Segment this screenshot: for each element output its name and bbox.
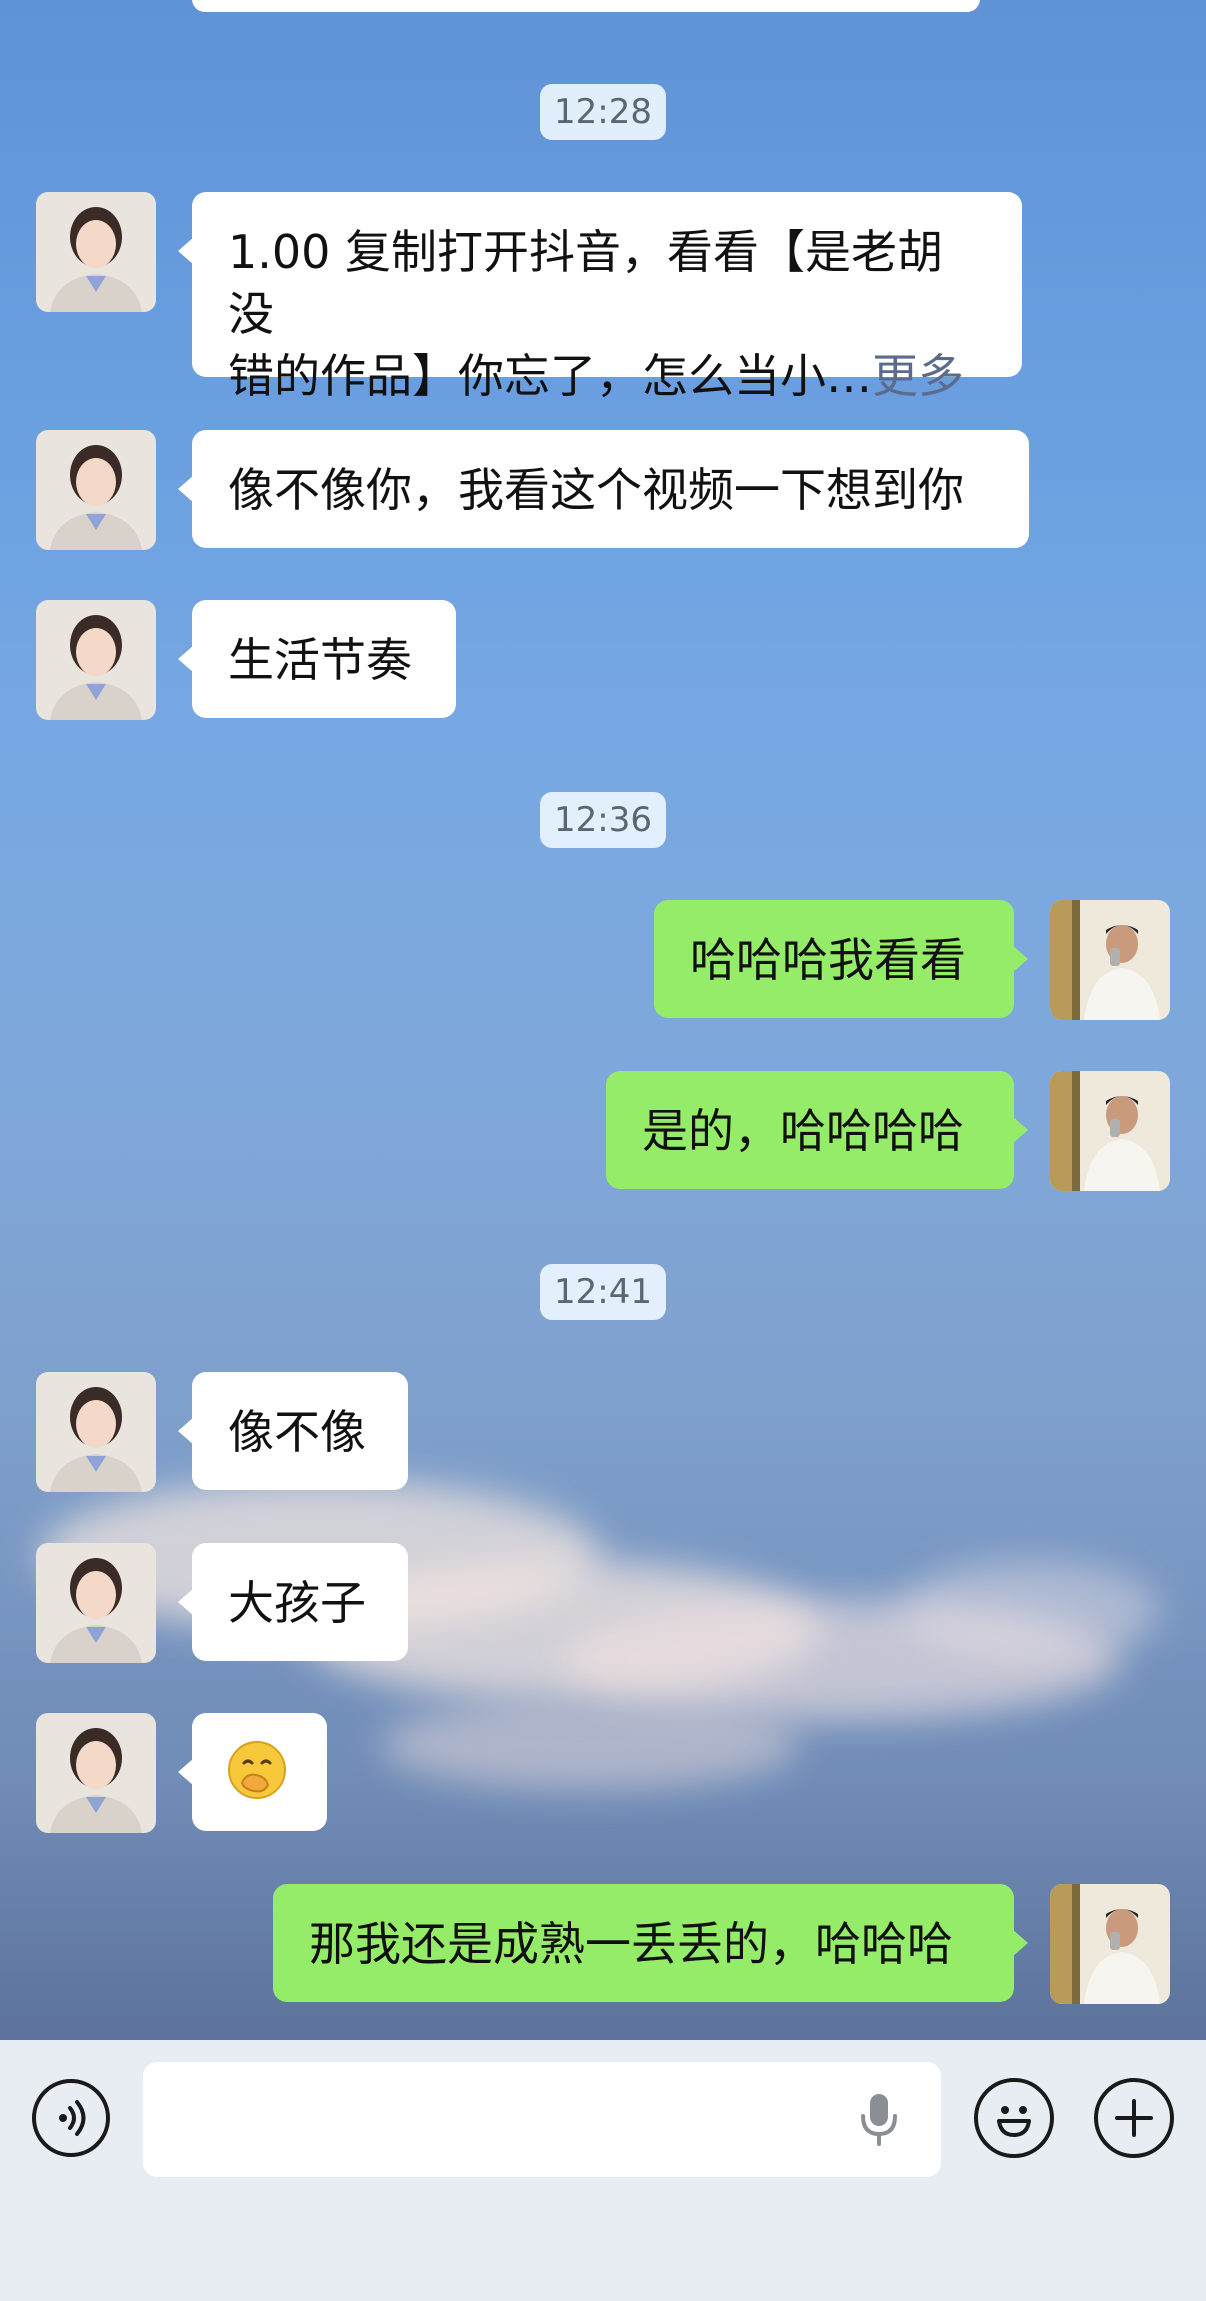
timestamp: 12:36 [540, 792, 666, 848]
microphone-icon[interactable] [859, 2092, 899, 2148]
outgoing-message-bubble[interactable]: 哈哈哈我看看 [654, 900, 1028, 1018]
incoming-message-bubble[interactable] [178, 1713, 327, 1831]
message-input[interactable] [143, 2062, 941, 2177]
contact-avatar[interactable] [36, 192, 156, 312]
message-text-line2: 错的作品】你忘了，怎么当小… [228, 349, 872, 403]
incoming-message-bubble[interactable]: 像不像 [178, 1372, 408, 1490]
input-bar [0, 2040, 1206, 2301]
voice-mode-button[interactable] [32, 2079, 110, 2157]
incoming-message-bubble[interactable]: 像不像你，我看这个视频一下想到你 [178, 430, 1029, 548]
more-actions-button[interactable] [1094, 2078, 1174, 2158]
message-text: 哈哈哈我看看 [690, 933, 966, 987]
message-text: 1.00 复制打开抖音，看看【是老胡没 [228, 225, 944, 341]
chat-area[interactable]: 12:28 1.00 复制打开抖音，看看【是老胡没 错的作品】你忘了，怎么当小…… [0, 0, 1206, 2040]
message-text: 那我还是成熟一丢丢的，哈哈哈 [309, 1917, 953, 1971]
plus-icon [1115, 2099, 1153, 2137]
outgoing-message-bubble[interactable]: 是的，哈哈哈哈 [606, 1071, 1028, 1189]
voice-mode-icon [59, 2100, 86, 2136]
message-text: 大孩子 [228, 1576, 366, 1630]
message-text: 像不像你，我看这个视频一下想到你 [228, 463, 964, 517]
more-link[interactable]: 更多 [872, 349, 964, 403]
contact-avatar[interactable] [36, 1372, 156, 1492]
user-avatar[interactable] [1050, 1884, 1170, 2004]
user-avatar[interactable] [1050, 900, 1170, 1020]
contact-avatar[interactable] [36, 600, 156, 720]
message-text: 生活节奏 [228, 633, 412, 687]
user-avatar[interactable] [1050, 1071, 1170, 1191]
timestamp: 12:41 [540, 1264, 666, 1320]
incoming-message-bubble[interactable]: 1.00 复制打开抖音，看看【是老胡没 错的作品】你忘了，怎么当小…更多 [178, 192, 1022, 403]
previous-message-bubble[interactable] [192, 0, 980, 12]
outgoing-message-bubble[interactable]: 那我还是成熟一丢丢的，哈哈哈 [273, 1884, 1028, 2002]
timestamp: 12:28 [540, 84, 666, 140]
contact-avatar[interactable] [36, 1543, 156, 1663]
incoming-message-bubble[interactable]: 生活节奏 [178, 600, 456, 718]
emoji-icon [997, 2106, 1031, 2137]
emoji-button[interactable] [974, 2078, 1054, 2158]
message-text: 像不像 [228, 1405, 366, 1459]
message-text: 是的，哈哈哈哈 [642, 1104, 964, 1158]
hand-over-mouth-emoji-icon [228, 1741, 286, 1799]
contact-avatar[interactable] [36, 430, 156, 550]
incoming-message-bubble[interactable]: 大孩子 [178, 1543, 408, 1661]
contact-avatar[interactable] [36, 1713, 156, 1833]
